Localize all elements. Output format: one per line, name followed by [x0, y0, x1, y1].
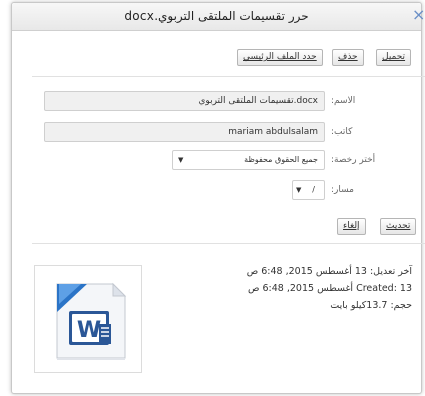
modified-date: آخر تعديل: 13 أغسطس 2015, 6:48 ص: [246, 266, 412, 277]
divider: [32, 76, 425, 77]
chevron-down-icon: ▼: [178, 156, 184, 164]
file-edit-dialog: حرر تقسيمات الملتقى التربوي.docx × حدد ا…: [11, 2, 425, 394]
license-value: جميع الحقوق محفوظة: [244, 155, 318, 164]
svg-text:W: W: [77, 318, 101, 343]
license-select[interactable]: جميع الحقوق محفوظة ▼: [172, 150, 325, 170]
name-label: الاسم:: [331, 96, 356, 106]
created-date: Created: 13 أغسطس 2015, 6:48 ص: [247, 283, 412, 294]
author-label: كاتب:: [331, 127, 353, 137]
download-button[interactable]: تحميل: [376, 49, 412, 66]
file-size: حجم: 13.7كيلو بايت: [330, 300, 412, 311]
cancel-button[interactable]: إلغاء: [337, 218, 366, 235]
dialog-titlebar: حرر تقسيمات الملتقى التربوي.docx ×: [12, 3, 425, 31]
path-label: مسار:: [331, 185, 354, 195]
file-thumbnail: W: [34, 265, 142, 373]
license-label: أختر رخصة:: [331, 155, 376, 165]
chevron-down-icon: ▼: [296, 186, 302, 194]
word-document-icon: W: [56, 282, 127, 360]
path-select[interactable]: / ▼: [292, 180, 325, 200]
author-field[interactable]: mariam abdulsalam: [44, 122, 325, 142]
divider: [32, 243, 425, 244]
name-field[interactable]: تقسيمات الملتقى التربوي.docx: [44, 91, 325, 111]
set-main-file-button[interactable]: حدد الملف الرئيسي: [237, 49, 323, 66]
delete-button[interactable]: حذف: [332, 49, 364, 66]
close-icon[interactable]: ×: [412, 7, 425, 23]
update-button[interactable]: تحديث: [380, 218, 417, 235]
dialog-title: حرر تقسيمات الملتقى التربوي.docx: [124, 9, 309, 23]
path-value: /: [312, 185, 315, 194]
